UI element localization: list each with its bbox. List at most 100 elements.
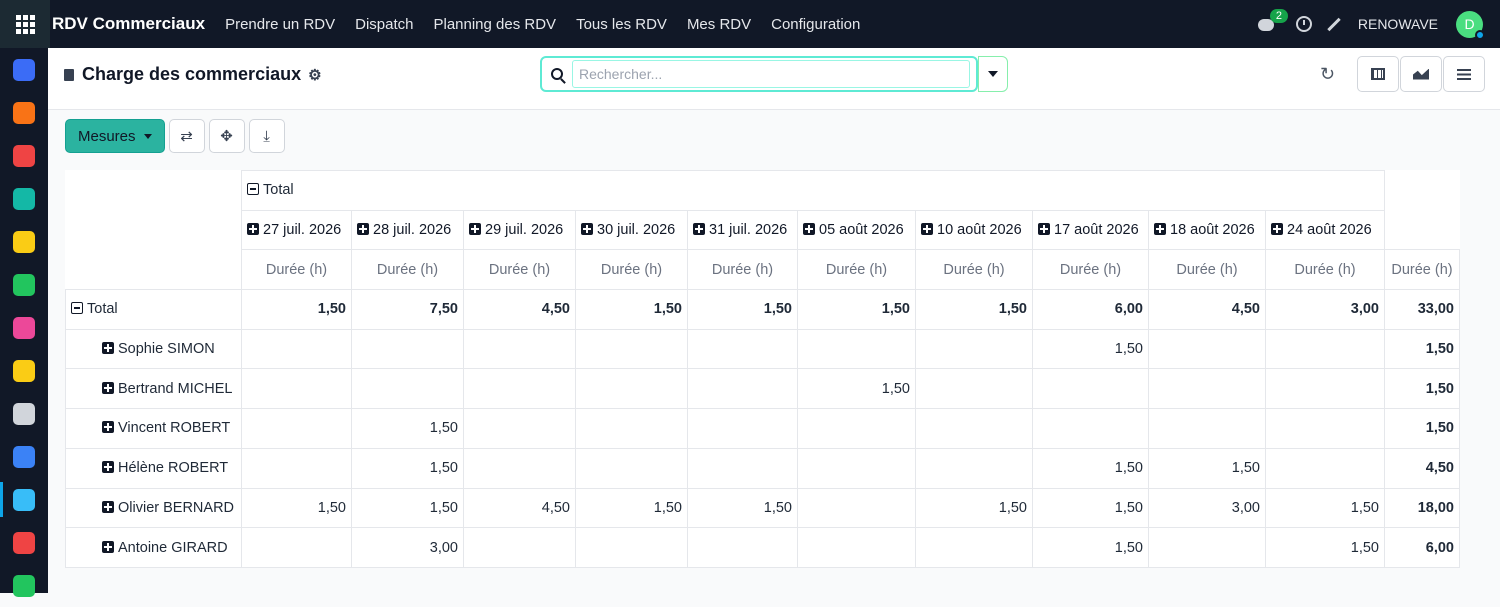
value-cell[interactable]: [1032, 368, 1149, 410]
list-view-button[interactable]: [1443, 56, 1485, 92]
value-cell[interactable]: 1,50: [1032, 487, 1149, 529]
value-cell[interactable]: [463, 408, 576, 449]
total-cell[interactable]: 4,50: [1148, 289, 1266, 330]
total-cell[interactable]: 3,00: [1265, 289, 1385, 330]
measure-header[interactable]: Durée (h): [1265, 249, 1385, 291]
value-cell[interactable]: [241, 447, 352, 489]
expand-all-button[interactable]: ✥: [208, 119, 245, 153]
menu-dispatch[interactable]: Dispatch: [355, 16, 413, 33]
measure-header[interactable]: Durée (h): [915, 249, 1033, 291]
sidebar-app-11[interactable]: [0, 521, 48, 564]
flip-axis-button[interactable]: ⇄: [168, 119, 205, 153]
value-cell[interactable]: [351, 368, 464, 410]
magic-wand-icon[interactable]: [1327, 17, 1341, 31]
value-cell[interactable]: [575, 447, 688, 489]
value-cell[interactable]: [463, 368, 576, 410]
sidebar-app-1[interactable]: [0, 91, 48, 134]
company-switcher[interactable]: RENOWAVE: [1358, 16, 1438, 32]
row-header-salesperson[interactable]: Bertrand MICHEL: [65, 368, 242, 410]
menu-prendre-rdv[interactable]: Prendre un RDV: [225, 16, 335, 33]
sidebar-app-12[interactable]: [0, 564, 48, 607]
value-cell[interactable]: [687, 368, 798, 410]
sidebar-app-3[interactable]: [0, 177, 48, 220]
value-cell[interactable]: 1,50: [797, 368, 916, 410]
value-cell[interactable]: [575, 368, 688, 410]
search-options-toggle[interactable]: [978, 56, 1008, 92]
total-cell[interactable]: 1,50: [575, 289, 688, 330]
sidebar-app-4[interactable]: [0, 220, 48, 263]
refresh-icon[interactable]: ↻: [1320, 64, 1335, 85]
column-header-date[interactable]: 18 août 2026: [1148, 209, 1266, 251]
download-button[interactable]: ⤓: [248, 119, 285, 153]
value-cell[interactable]: 4,50: [463, 487, 576, 529]
value-cell[interactable]: 3,00: [1148, 487, 1266, 529]
measure-header[interactable]: Durée (h): [463, 249, 576, 291]
value-cell[interactable]: [687, 527, 798, 568]
row-total-cell[interactable]: 1,50: [1384, 408, 1460, 449]
value-cell[interactable]: [687, 447, 798, 489]
sidebar-app-6[interactable]: [0, 306, 48, 349]
column-header-date[interactable]: 29 juil. 2026: [463, 209, 576, 251]
sidebar-app-9[interactable]: [0, 435, 48, 478]
value-cell[interactable]: [687, 408, 798, 449]
value-cell[interactable]: 1,50: [241, 487, 352, 529]
value-cell[interactable]: 1,50: [1032, 527, 1149, 568]
value-cell[interactable]: [241, 527, 352, 568]
total-cell[interactable]: 33,00: [1384, 289, 1460, 330]
total-cell[interactable]: 6,00: [1032, 289, 1149, 330]
row-total-cell[interactable]: 4,50: [1384, 447, 1460, 489]
value-cell[interactable]: 1,50: [1265, 487, 1385, 529]
total-cell[interactable]: 1,50: [687, 289, 798, 330]
value-cell[interactable]: [687, 328, 798, 370]
value-cell[interactable]: [797, 527, 916, 568]
value-cell[interactable]: 1,50: [1032, 328, 1149, 370]
value-cell[interactable]: 1,50: [915, 487, 1033, 529]
value-cell[interactable]: [915, 408, 1033, 449]
column-header-date[interactable]: 31 juil. 2026: [687, 209, 798, 251]
value-cell[interactable]: [575, 328, 688, 370]
row-total-cell[interactable]: 1,50: [1384, 368, 1460, 410]
measure-header[interactable]: Durée (h): [1032, 249, 1149, 291]
value-cell[interactable]: [463, 527, 576, 568]
measure-header[interactable]: Durée (h): [797, 249, 916, 291]
value-cell[interactable]: [241, 408, 352, 449]
sidebar-app-8[interactable]: [0, 392, 48, 435]
sidebar-app-2[interactable]: [0, 134, 48, 177]
measure-header[interactable]: Durée (h): [575, 249, 688, 291]
column-header-date[interactable]: 05 août 2026: [797, 209, 916, 251]
column-header-date[interactable]: 10 août 2026: [915, 209, 1033, 251]
total-cell[interactable]: 4,50: [463, 289, 576, 330]
value-cell[interactable]: [1032, 408, 1149, 449]
measures-dropdown-button[interactable]: Mesures: [65, 119, 165, 153]
total-cell[interactable]: 1,50: [797, 289, 916, 330]
measure-header[interactable]: Durée (h): [1148, 249, 1266, 291]
value-cell[interactable]: [1265, 408, 1385, 449]
value-cell[interactable]: [575, 408, 688, 449]
value-cell[interactable]: 1,50: [1265, 527, 1385, 568]
row-header-salesperson[interactable]: Sophie SIMON: [65, 328, 242, 370]
value-cell[interactable]: [463, 328, 576, 370]
value-cell[interactable]: 1,50: [351, 487, 464, 529]
row-total-cell[interactable]: 6,00: [1384, 527, 1460, 568]
column-header-date[interactable]: 27 juil. 2026: [241, 209, 352, 251]
activity-clock-icon[interactable]: [1295, 16, 1312, 32]
value-cell[interactable]: [915, 447, 1033, 489]
measure-header[interactable]: Durée (h): [687, 249, 798, 291]
column-header-total[interactable]: Total: [241, 170, 1385, 211]
value-cell[interactable]: [915, 328, 1033, 370]
value-cell[interactable]: [915, 368, 1033, 410]
total-cell[interactable]: 7,50: [351, 289, 464, 330]
row-total-cell[interactable]: 18,00: [1384, 487, 1460, 529]
value-cell[interactable]: [797, 328, 916, 370]
value-cell[interactable]: [1148, 368, 1266, 410]
value-cell[interactable]: 1,50: [575, 487, 688, 529]
menu-planning-rdv[interactable]: Planning des RDV: [433, 16, 556, 33]
column-header-date[interactable]: 17 août 2026: [1032, 209, 1149, 251]
value-cell[interactable]: [1148, 408, 1266, 449]
value-cell[interactable]: [797, 487, 916, 529]
column-header-date[interactable]: 28 juil. 2026: [351, 209, 464, 251]
value-cell[interactable]: [241, 328, 352, 370]
apps-menu-button[interactable]: [0, 0, 50, 48]
measure-header[interactable]: Durée (h): [1384, 249, 1460, 291]
value-cell[interactable]: 1,50: [351, 408, 464, 449]
